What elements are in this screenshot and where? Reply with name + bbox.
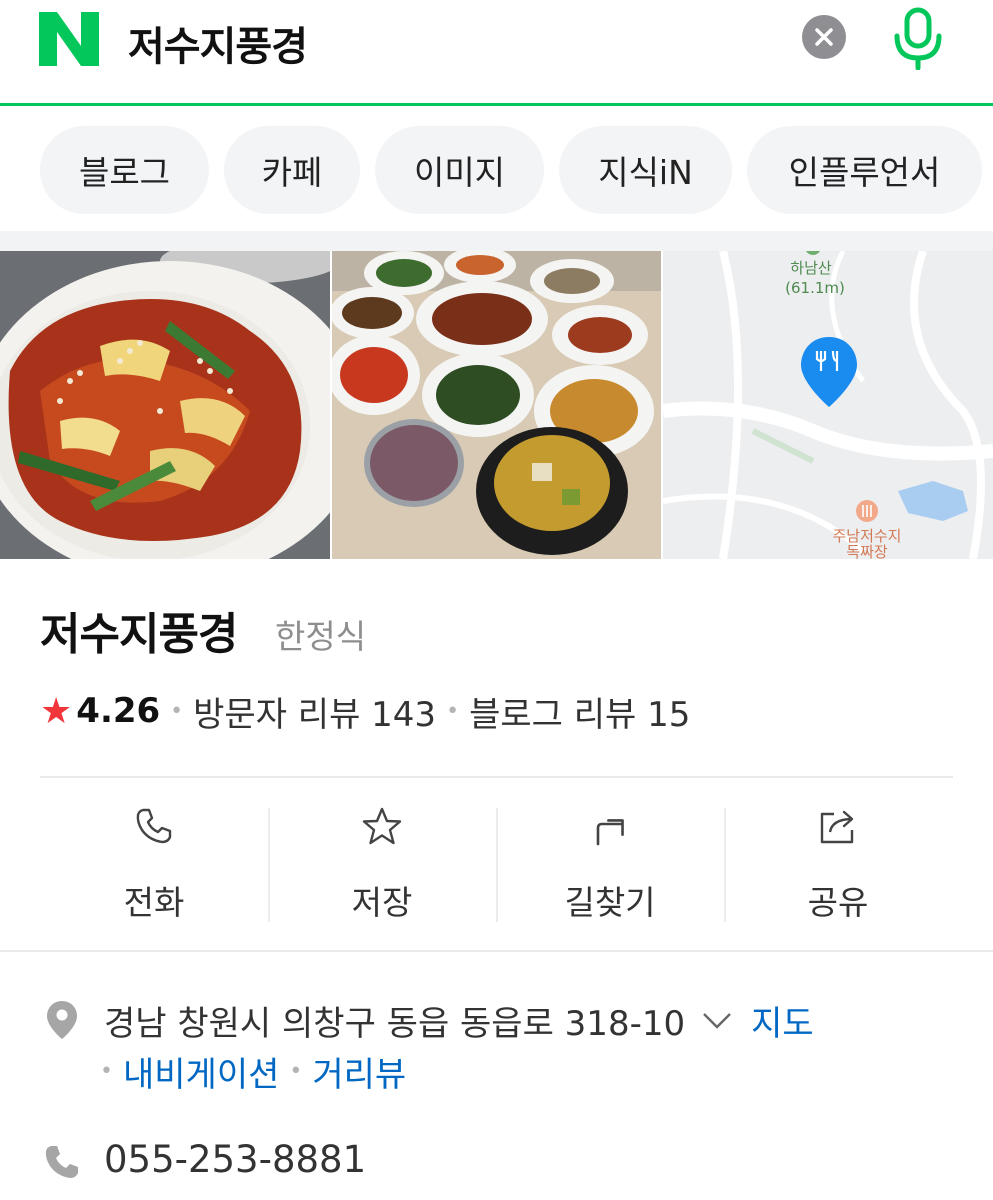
directions-label: 길찾기 [564,883,656,922]
rating-row: ★ 4.26 • 방문자 리뷰 143 • 블로그 리뷰 15 [40,687,690,736]
search-input[interactable]: 저수지풍경 [128,14,308,72]
separator-dot: • [446,698,460,724]
directions-button[interactable]: 길찾기 [496,806,724,922]
call-button[interactable]: 전화 [40,806,268,922]
map-link[interactable]: 지도 [751,996,814,1045]
section-divider [0,231,993,251]
photo-strip: 하남산 (61.1m) 주남저수지 독짜장 [0,251,993,559]
search-bar: 저수지풍경 [0,0,993,106]
tab-knowledge-in[interactable]: 지식iN [559,126,732,214]
phone-icon [45,1146,78,1178]
tab-cafe[interactable]: 카페 [224,126,360,214]
address-links: • 내비게이션 • 거리뷰 [100,1047,406,1096]
directions-icon [596,819,624,846]
blog-reviews-link[interactable]: 블로그 리뷰 15 [469,687,690,736]
star-icon: ★ [40,690,73,732]
map-thumbnail[interactable]: 하남산 (61.1m) 주남저수지 독짜장 [663,251,993,559]
navigation-link[interactable]: 내비게이션 [123,1047,279,1096]
location-pin-icon [47,1001,77,1039]
clear-search-button[interactable] [802,15,846,59]
save-button[interactable]: 저장 [268,806,496,922]
street-view-link[interactable]: 거리뷰 [312,1047,406,1096]
save-label: 저장 [351,883,413,922]
separator-dot: • [100,1058,113,1084]
tab-influencer[interactable]: 인플루언서 [747,126,982,214]
map-mountain-height: (61.1m) [785,279,845,297]
chevron-down-icon[interactable] [701,1004,733,1036]
visitor-reviews-link[interactable]: 방문자 리뷰 143 [193,687,436,736]
map-poi-sub: 독짜장 [846,543,888,559]
share-label: 공유 [807,883,869,922]
address-text[interactable]: 경남 창원시 의창구 동읍 동읍로 318-10 [104,996,685,1045]
place-name[interactable]: 저수지풍경 [40,598,238,662]
address-row: 경남 창원시 의창구 동읍 동읍로 318-10 지도 [104,996,814,1044]
divider [40,776,953,778]
search-category-tabs: 블로그 카페 이미지 지식iN 인플루언서 [0,109,993,231]
phone-number[interactable]: 055-253-8881 [104,1138,366,1181]
naver-logo-icon[interactable] [39,12,99,66]
close-icon [815,28,833,46]
call-label: 전화 [123,883,185,922]
rating-value: 4.26 [76,691,161,731]
phone-icon [136,808,172,844]
tab-images[interactable]: 이미지 [375,126,544,214]
food-photo-main[interactable] [0,251,330,559]
share-button[interactable]: 공유 [724,806,952,922]
action-bar: 전화 저장 길찾기 공유 [40,806,953,922]
table-dishes-photo[interactable] [332,251,661,559]
separator-dot: • [289,1058,303,1084]
map-mountain-name: 하남산 [790,259,832,277]
tab-blog[interactable]: 블로그 [40,126,209,214]
microphone-icon[interactable] [889,6,947,70]
divider [0,950,993,952]
separator-dot: • [170,698,184,724]
star-icon [362,807,402,845]
place-category: 한정식 [275,617,367,656]
share-icon [820,810,854,844]
